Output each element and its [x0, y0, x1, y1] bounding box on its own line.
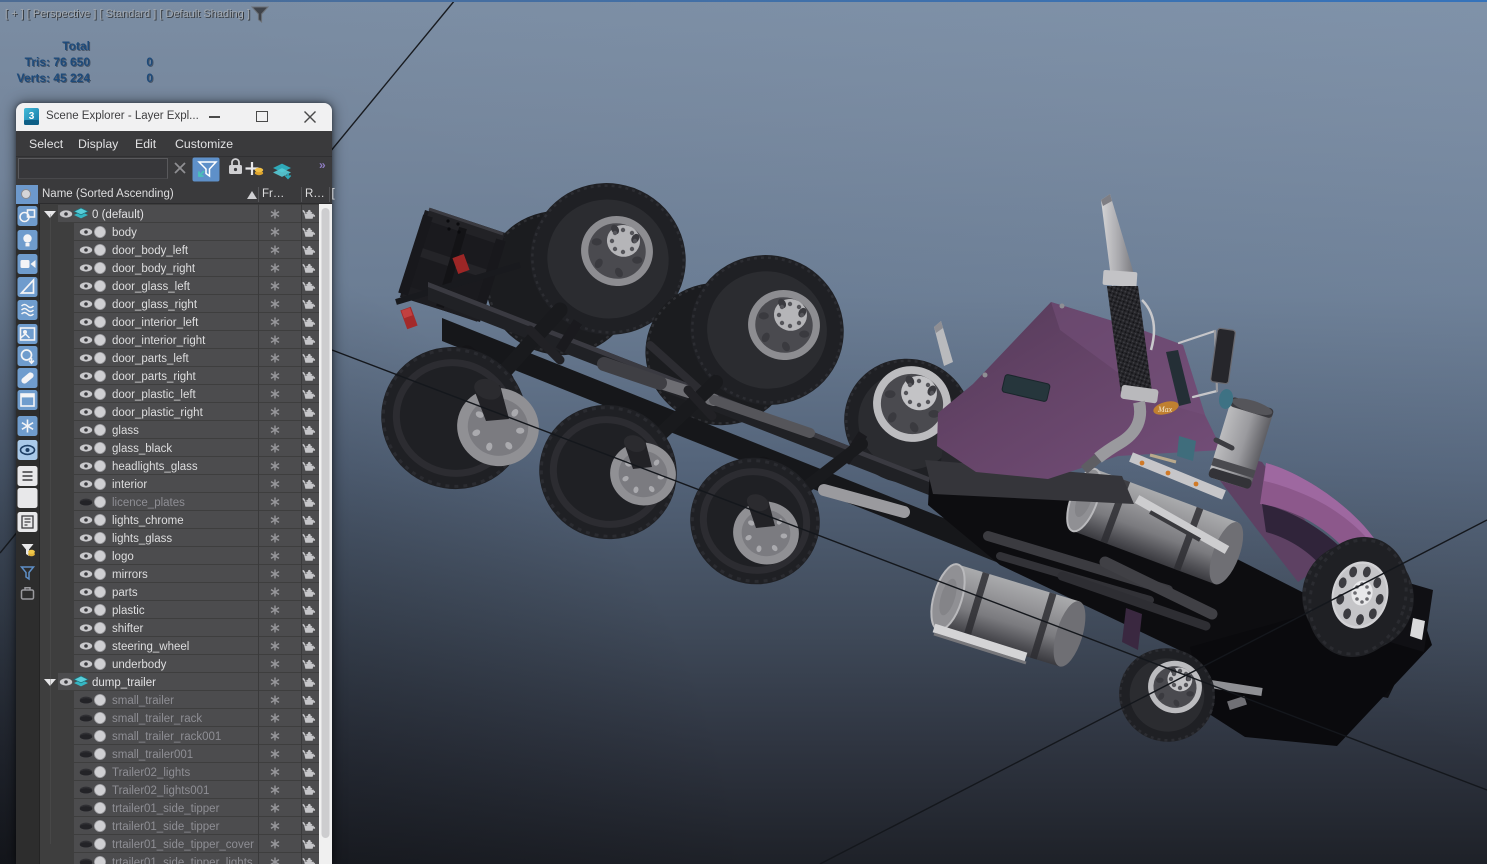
svg-text:glass: glass	[112, 425, 139, 437]
svg-text:body: body	[112, 227, 137, 239]
svg-text:door_glass_left: door_glass_left	[112, 281, 191, 293]
svg-text:»: »	[319, 158, 326, 172]
svg-text:parts: parts	[112, 587, 138, 599]
svg-text:steering_wheel: steering_wheel	[112, 641, 189, 653]
svg-text:trtailer01_side_tipper_cover: trtailer01_side_tipper_cover	[112, 839, 254, 851]
svg-text:underbody: underbody	[112, 659, 167, 671]
svg-text:door_interior_left: door_interior_left	[112, 317, 199, 329]
svg-text:logo: logo	[112, 551, 134, 563]
svg-text:trtailer01_side_tipper_lights: trtailer01_side_tipper_lights	[112, 857, 253, 864]
svg-text:trtailer01_side_tipper: trtailer01_side_tipper	[112, 821, 220, 833]
svg-text:Trailer02_lights001: Trailer02_lights001	[112, 785, 209, 797]
svg-text:mirrors: mirrors	[112, 569, 148, 581]
svg-text:trtailer01_side_tipper: trtailer01_side_tipper	[112, 803, 220, 815]
svg-text:small_trailer_rack: small_trailer_rack	[112, 713, 202, 725]
svg-text:0 (default): 0 (default)	[92, 209, 144, 221]
svg-text:Trailer02_lights: Trailer02_lights	[112, 767, 190, 779]
svg-text:door_plastic_left: door_plastic_left	[112, 389, 197, 401]
svg-text:door_parts_right: door_parts_right	[112, 371, 197, 383]
svg-text:Max: Max	[1157, 405, 1173, 414]
svg-text:small_trailer_rack001: small_trailer_rack001	[112, 731, 221, 743]
svg-text:lights_glass: lights_glass	[112, 533, 172, 545]
svg-text:small_trailer001: small_trailer001	[112, 749, 193, 761]
svg-text:door_body_left: door_body_left	[112, 245, 189, 257]
svg-text:door_body_right: door_body_right	[112, 263, 196, 275]
svg-text:door_plastic_right: door_plastic_right	[112, 407, 204, 419]
svg-text:shifter: shifter	[112, 623, 143, 635]
svg-text:licence_plates: licence_plates	[112, 497, 185, 509]
svg-text:plastic: plastic	[112, 605, 145, 617]
svg-text:interior: interior	[112, 479, 147, 491]
svg-text:door_glass_right: door_glass_right	[112, 299, 198, 311]
svg-text:dump_trailer: dump_trailer	[92, 677, 156, 689]
svg-text:door_parts_left: door_parts_left	[112, 353, 190, 365]
svg-text:small_trailer: small_trailer	[112, 695, 174, 707]
svg-text:3: 3	[29, 111, 35, 122]
svg-text:lights_chrome: lights_chrome	[112, 515, 184, 527]
svg-text:headlights_glass: headlights_glass	[112, 461, 198, 473]
svg-text:glass_black: glass_black	[112, 443, 172, 455]
svg-text:door_interior_right: door_interior_right	[112, 335, 206, 347]
